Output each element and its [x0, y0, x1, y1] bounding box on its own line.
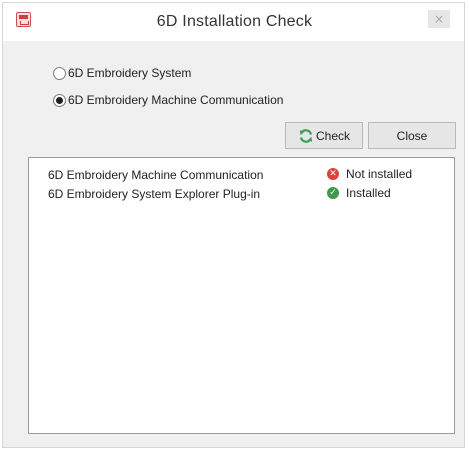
radio-option-embroidery-system[interactable]: 6D Embroidery System	[53, 64, 191, 82]
status-cell: ✕ Not installed	[327, 167, 412, 181]
list-item: 6D Embroidery Machine Communication ✕ No…	[29, 167, 454, 185]
close-button-label: Close	[396, 128, 428, 143]
status-text: Not installed	[346, 167, 413, 181]
window-close-button[interactable]: ×	[428, 10, 450, 28]
radio-button-embroidery-system[interactable]	[53, 66, 66, 80]
close-button[interactable]: Close	[368, 122, 456, 149]
check-button-label: Check	[315, 128, 350, 143]
refresh-icon	[299, 128, 313, 143]
radio-label-embroidery-system: 6D Embroidery System	[68, 66, 192, 80]
component-name: 6D Embroidery Machine Communication	[48, 168, 264, 182]
installation-check-dialog: 6D Installation Check × 6D Embroidery Sy…	[2, 2, 465, 448]
status-text: Installed	[346, 186, 391, 200]
radio-option-machine-communication[interactable]: 6D Embroidery Machine Communication	[53, 91, 283, 109]
results-list[interactable]: 6D Embroidery Machine Communication ✕ No…	[28, 157, 455, 434]
window-title: 6D Installation Check	[156, 13, 313, 30]
radio-button-machine-communication[interactable]	[53, 93, 66, 107]
check-icon: ✓	[327, 187, 339, 199]
list-item: 6D Embroidery System Explorer Plug-in ✓ …	[29, 186, 454, 204]
title-bar[interactable]: 6D Installation Check ×	[3, 3, 464, 41]
component-name: 6D Embroidery System Explorer Plug-in	[48, 187, 261, 201]
error-icon: ✕	[327, 168, 339, 180]
status-cell: ✓ Installed	[327, 186, 391, 200]
radio-label-machine-communication: 6D Embroidery Machine Communication	[68, 93, 284, 107]
check-button[interactable]: Check	[285, 122, 363, 149]
